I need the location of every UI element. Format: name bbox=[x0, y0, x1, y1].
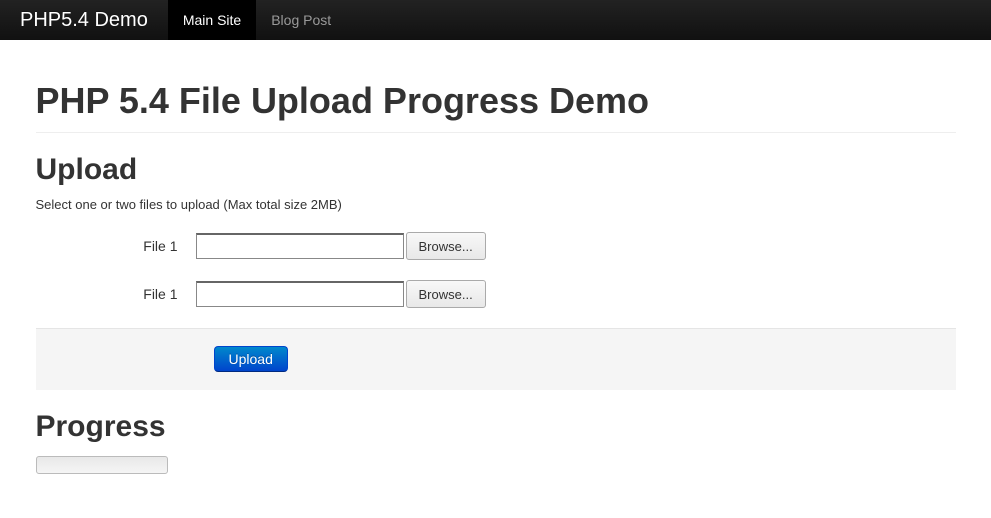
navbar-brand[interactable]: PHP5.4 Demo bbox=[20, 9, 148, 32]
browse-button-1[interactable]: Browse... bbox=[406, 232, 486, 260]
page-title: PHP 5.4 File Upload Progress Demo bbox=[36, 80, 956, 122]
file-input-wrap-1: Browse... bbox=[196, 232, 486, 260]
divider bbox=[36, 132, 956, 133]
main-container: PHP 5.4 File Upload Progress Demo Upload… bbox=[16, 40, 976, 494]
nav-item-main-site[interactable]: Main Site bbox=[168, 0, 256, 40]
file-row-2: File 1 Browse... bbox=[36, 280, 956, 308]
progress-bar bbox=[36, 456, 168, 474]
browse-button-2[interactable]: Browse... bbox=[406, 280, 486, 308]
upload-help-text: Select one or two files to upload (Max t… bbox=[36, 197, 956, 212]
file-input-2[interactable] bbox=[196, 281, 404, 307]
progress-heading: Progress bbox=[36, 410, 956, 444]
file-label-1: File 1 bbox=[36, 238, 196, 254]
file-input-1[interactable] bbox=[196, 233, 404, 259]
navbar: PHP5.4 Demo Main Site Blog Post bbox=[0, 0, 991, 40]
upload-heading: Upload bbox=[36, 153, 956, 187]
file-label-2: File 1 bbox=[36, 286, 196, 302]
file-input-wrap-2: Browse... bbox=[196, 280, 486, 308]
upload-button[interactable]: Upload bbox=[214, 346, 288, 372]
file-row-1: File 1 Browse... bbox=[36, 232, 956, 260]
nav-item-blog-post[interactable]: Blog Post bbox=[256, 0, 346, 40]
form-actions: Upload bbox=[36, 328, 956, 390]
